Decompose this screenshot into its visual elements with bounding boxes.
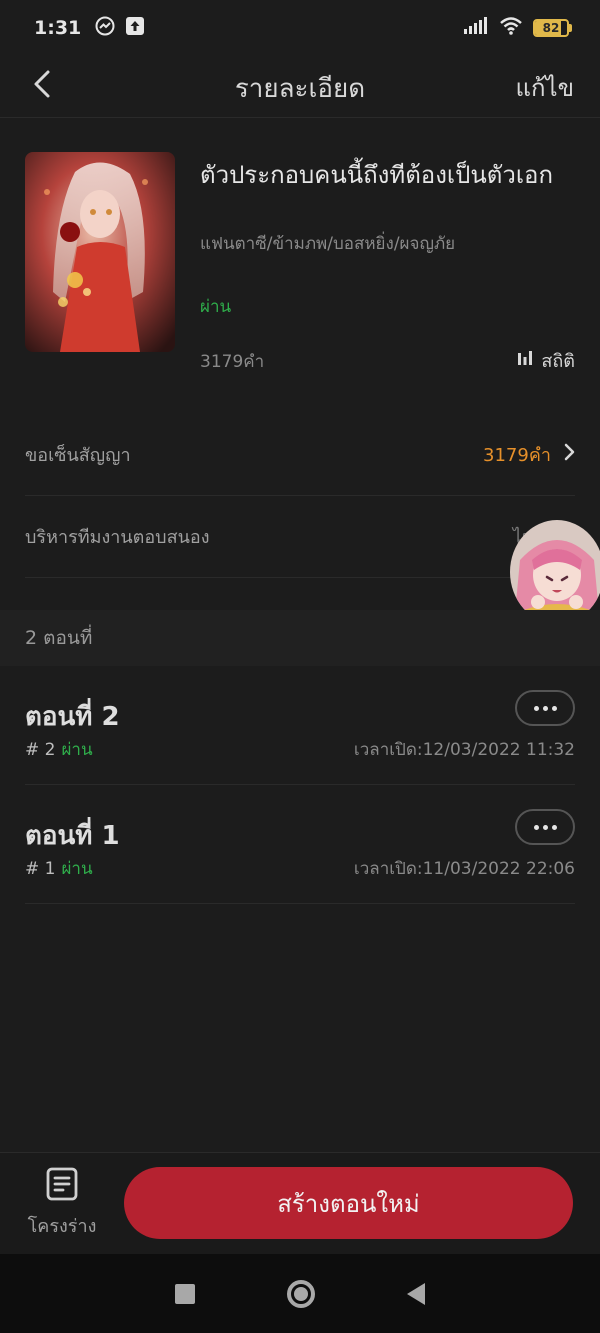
- page-title: รายละเอียด: [234, 74, 366, 104]
- battery-level: 82: [542, 21, 560, 35]
- status-time: 1:31: [34, 17, 82, 39]
- more-dot: [551, 705, 557, 711]
- floating-avatar[interactable]: [510, 520, 600, 624]
- system-nav-bar: [0, 1254, 600, 1333]
- document-icon: [46, 1167, 78, 1205]
- contract-value: 3179คำ: [483, 445, 551, 466]
- home-button[interactable]: [287, 1279, 315, 1308]
- contract-row[interactable]: ขอเซ็นสัญญา 3179คำ: [25, 414, 575, 496]
- word-count: 3179คำ: [200, 352, 265, 372]
- more-dot: [542, 705, 548, 711]
- more-dot: [551, 824, 557, 830]
- chapter-item[interactable]: ตอนที่ 1 # 1 ผ่าน เวลาเปิด:11/03/2022 22:…: [25, 785, 575, 904]
- edit-button[interactable]: แก้ไข: [516, 68, 574, 107]
- chapter-item[interactable]: ตอนที่ 2 # 2 ผ่าน เวลาเปิด:12/03/2022 11:…: [25, 666, 575, 785]
- chapter-publish-time: เวลาเปิด:11/03/2022 22:06: [353, 859, 575, 879]
- chapters-section-header: 2 ตอนที่: [0, 610, 600, 666]
- wifi-icon: [499, 17, 523, 39]
- create-chapter-button[interactable]: สร้างตอนใหม่: [124, 1167, 573, 1239]
- chapter-more-button[interactable]: [515, 809, 575, 845]
- outline-label: โครงร่าง: [27, 1216, 97, 1237]
- signal-icon: [463, 17, 489, 39]
- bar-chart-icon: [517, 350, 533, 371]
- response-team-label: บริหารทีมงานตอบสนอง: [25, 527, 210, 548]
- book-cover[interactable]: [25, 152, 175, 352]
- chapter-status-badge: ผ่าน: [61, 859, 93, 879]
- response-team-row[interactable]: บริหารทีมงานตอบสนอง ไม่ได้ตั้ง: [25, 496, 575, 578]
- more-dot: [542, 824, 548, 830]
- chapter-number: # 2 ผ่าน: [25, 736, 93, 763]
- stats-label: สถิติ: [541, 351, 575, 372]
- chapter-status-badge: ผ่าน: [61, 740, 93, 760]
- chapter-count: 2 ตอนที่: [25, 627, 93, 649]
- book-info: ตัวประกอบคนนี้ถึงทีต้องเป็นตัวเอก แฟนตาซ…: [0, 118, 600, 408]
- stats-button[interactable]: สถิติ: [517, 346, 575, 375]
- battery-icon: 82: [533, 19, 572, 37]
- more-dot: [533, 824, 539, 830]
- messenger-icon: [95, 16, 115, 40]
- chapter-number: # 1 ผ่าน: [25, 855, 93, 882]
- recents-button[interactable]: [175, 1283, 195, 1304]
- book-title: ตัวประกอบคนนี้ถึงทีต้องเป็นตัวเอก: [200, 161, 553, 189]
- book-genres: แฟนตาซี/ข้ามภพ/บอสหยิ่ง/ผจญภัย: [200, 234, 456, 254]
- more-dot: [533, 705, 539, 711]
- chapter-more-button[interactable]: [515, 690, 575, 726]
- chapter-title: ตอนที่ 2: [25, 702, 120, 732]
- book-status-badge: ผ่าน: [200, 297, 232, 317]
- system-back-button[interactable]: [407, 1282, 425, 1305]
- upload-icon: [125, 16, 145, 40]
- app-header: รายละเอียด แก้ไข: [0, 56, 600, 118]
- outline-button[interactable]: โครงร่าง: [20, 1167, 104, 1240]
- chapter-title: ตอนที่ 1: [25, 821, 120, 851]
- status-bar: 1:31 82: [0, 0, 600, 56]
- contract-label: ขอเซ็นสัญญา: [25, 445, 131, 466]
- chapter-publish-time: เวลาเปิด:12/03/2022 11:32: [353, 740, 575, 760]
- chevron-right-icon: [563, 443, 575, 466]
- chapter-number-text: # 2: [25, 740, 56, 760]
- bottom-action-bar: โครงร่าง สร้างตอนใหม่: [0, 1152, 600, 1254]
- chapter-number-text: # 1: [25, 859, 56, 879]
